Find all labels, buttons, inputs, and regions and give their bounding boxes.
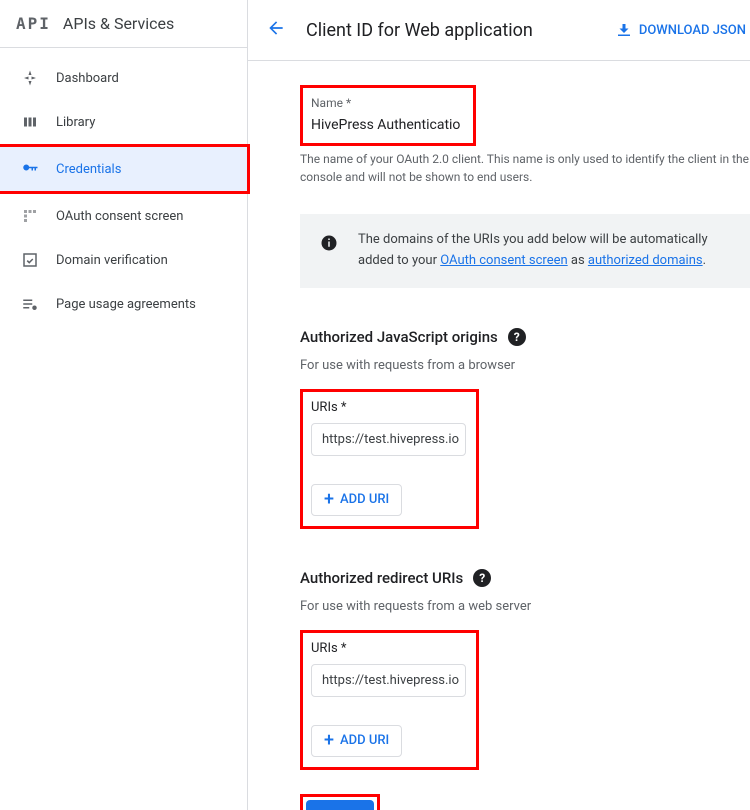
help-icon[interactable]: ?: [508, 328, 526, 346]
plus-icon: +: [324, 491, 334, 509]
name-help-text: The name of your OAuth 2.0 client. This …: [300, 150, 750, 186]
download-icon: [615, 21, 633, 39]
sidebar-title: APIs & Services: [63, 14, 174, 33]
plus-icon: +: [324, 732, 334, 750]
library-icon: [20, 112, 40, 132]
info-text: The domains of the URIs you add below wi…: [358, 230, 730, 272]
sidebar-item-oauth-consent[interactable]: OAuth consent screen: [0, 194, 247, 238]
sidebar-header: API APIs & Services: [0, 0, 247, 48]
sidebar: API APIs & Services Dashboard Library Cr…: [0, 0, 248, 810]
redirect-uris-title: Authorized redirect URIs ?: [300, 569, 750, 587]
main-header: Client ID for Web application DOWNLOAD J…: [248, 0, 750, 61]
sidebar-item-page-usage[interactable]: Page usage agreements: [0, 282, 247, 326]
name-field-block: Name *: [300, 85, 476, 146]
uris-label: URIs *: [311, 641, 466, 656]
api-logo: API: [16, 14, 51, 33]
redirect-uris-desc: For use with requests from a web server: [300, 599, 750, 614]
js-origins-section: Authorized JavaScript origins ? For use …: [300, 328, 750, 529]
redirect-uris-block: URIs * https://test.hivepress.io + ADD U…: [300, 630, 479, 770]
info-icon: [320, 234, 338, 260]
sidebar-item-label: Dashboard: [56, 71, 119, 86]
js-origin-uri-input[interactable]: https://test.hivepress.io: [311, 423, 466, 456]
content: Name * The name of your OAuth 2.0 client…: [248, 61, 750, 810]
sidebar-item-label: Credentials: [56, 162, 121, 177]
sidebar-items: Dashboard Library Credentials OAuth cons…: [0, 48, 247, 326]
sidebar-item-label: Domain verification: [56, 253, 168, 268]
uris-label: URIs *: [311, 400, 466, 415]
list-gear-icon: [20, 294, 40, 314]
sidebar-item-dashboard[interactable]: Dashboard: [0, 56, 247, 100]
authorized-domains-link[interactable]: authorized domains: [588, 253, 703, 268]
key-icon: [20, 159, 40, 179]
add-uri-button[interactable]: + ADD URI: [311, 725, 402, 757]
sidebar-item-label: Library: [56, 115, 95, 130]
js-origins-uri-block: URIs * https://test.hivepress.io + ADD U…: [300, 389, 479, 529]
add-uri-button[interactable]: + ADD URI: [311, 484, 402, 516]
sidebar-item-credentials[interactable]: Credentials: [0, 147, 247, 191]
dashboard-icon: [20, 68, 40, 88]
name-input[interactable]: [311, 115, 461, 139]
js-origins-desc: For use with requests from a browser: [300, 358, 750, 373]
oauth-consent-link[interactable]: OAuth consent screen: [440, 253, 567, 268]
sidebar-item-label: Page usage agreements: [56, 297, 196, 312]
save-button[interactable]: SAVE: [306, 800, 374, 810]
check-icon: [20, 250, 40, 270]
download-json-button[interactable]: DOWNLOAD JSON: [615, 21, 750, 39]
info-banner: The domains of the URIs you add below wi…: [300, 214, 750, 288]
action-row: SAVE CANCEL: [300, 794, 750, 810]
redirect-uri-input[interactable]: https://test.hivepress.io: [311, 664, 466, 697]
consent-icon: [20, 206, 40, 226]
sidebar-item-domain-verification[interactable]: Domain verification: [0, 238, 247, 282]
back-arrow-icon[interactable]: [258, 10, 294, 50]
sidebar-item-library[interactable]: Library: [0, 100, 247, 144]
help-icon[interactable]: ?: [473, 569, 491, 587]
download-json-label: DOWNLOAD JSON: [639, 23, 746, 38]
name-label: Name *: [311, 96, 461, 110]
js-origins-title: Authorized JavaScript origins ?: [300, 328, 750, 346]
page-title: Client ID for Web application: [306, 20, 615, 41]
redirect-uris-section: Authorized redirect URIs ? For use with …: [300, 569, 750, 770]
sidebar-item-label: OAuth consent screen: [56, 209, 183, 224]
main: Client ID for Web application DOWNLOAD J…: [248, 0, 750, 810]
